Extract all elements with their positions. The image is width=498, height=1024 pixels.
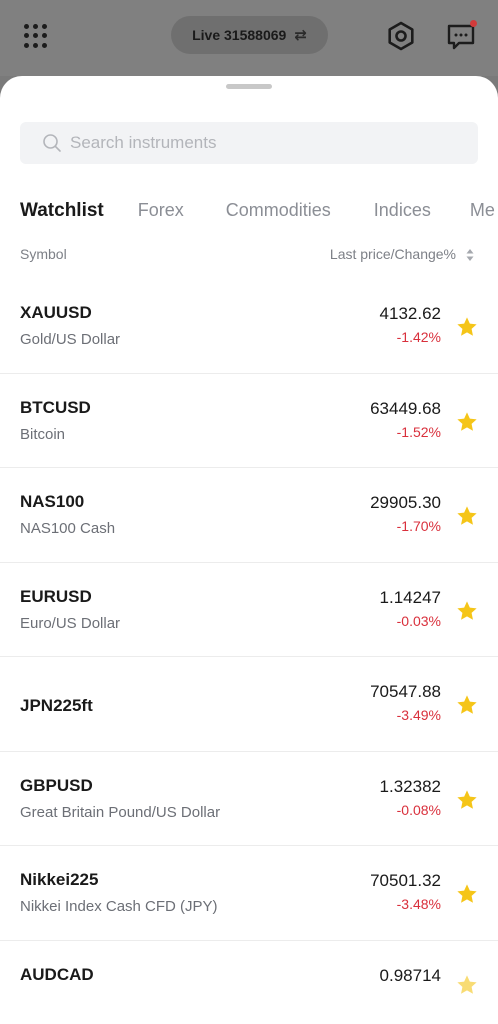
instruments-sheet: Watchlist Forex Commodities Indices Me S… (0, 76, 498, 1024)
watchlist: XAUUSD Gold/US Dollar 4132.62 -1.42% BTC… (0, 279, 498, 1024)
instrument-symbol: JPN225ft (20, 696, 93, 715)
list-item[interactable]: BTCUSD Bitcoin 63449.68 -1.52% (0, 374, 498, 468)
instrument-description: Bitcoin (20, 425, 66, 443)
star-icon[interactable] (456, 974, 478, 996)
account-switcher[interactable]: Live 31588069 ⇄ (171, 16, 328, 54)
symbol-column-header: Symbol (20, 246, 67, 262)
star-icon[interactable] (456, 789, 478, 811)
last-price: 1.14247 (379, 587, 441, 607)
list-item[interactable]: Nikkei225 Nikkei Index Cash CFD (JPY) 70… (0, 846, 498, 941)
tab-forex[interactable]: Forex (138, 200, 184, 224)
instrument-symbol: Nikkei225 (20, 870, 99, 889)
change-percent: -3.48% (396, 896, 441, 912)
list-header: Symbol Last price/Change% (20, 246, 478, 266)
star-icon[interactable] (456, 316, 478, 338)
settings-hexagon-icon[interactable] (385, 20, 417, 52)
last-price: 4132.62 (379, 304, 441, 323)
last-price: 29905.30 (370, 493, 441, 512)
sheet-drag-handle[interactable] (226, 84, 272, 89)
instrument-description: Euro/US Dollar (20, 614, 121, 632)
instrument-description: Nikkei Index Cash CFD (JPY) (20, 898, 218, 915)
change-percent: -0.08% (396, 801, 441, 818)
change-percent: -0.03% (396, 612, 441, 629)
change-percent: -3.49% (396, 707, 441, 723)
instrument-symbol: GBPUSD (20, 775, 93, 795)
apps-grid-icon[interactable] (24, 24, 48, 48)
instrument-description: Gold/US Dollar (20, 331, 121, 348)
tab-commodities[interactable]: Commodities (226, 200, 331, 224)
last-price: 63449.68 (370, 398, 441, 418)
swap-icon: ⇄ (294, 27, 307, 44)
star-icon[interactable] (456, 883, 478, 905)
account-label: Live 31588069 (192, 27, 287, 43)
last-price: 70501.32 (370, 871, 441, 890)
list-item[interactable]: NAS100 NAS100 Cash 29905.30 -1.70% (0, 468, 498, 563)
tab-more[interactable]: Me (470, 200, 495, 224)
last-price: 70547.88 (370, 682, 441, 701)
list-item[interactable]: JPN225ft 70547.88 -3.49% (0, 657, 498, 752)
list-item[interactable]: AUDCAD 0.98714 (0, 941, 498, 1024)
last-price-column-header[interactable]: Last price/Change% (330, 246, 456, 262)
change-percent: -1.42% (396, 329, 441, 345)
category-tabs: Watchlist Forex Commodities Indices Me (20, 200, 495, 224)
search-input[interactable] (70, 133, 450, 153)
list-item[interactable]: EURUSD Euro/US Dollar 1.14247 -0.03% (0, 563, 498, 657)
sort-icon[interactable] (466, 248, 474, 262)
instrument-symbol: NAS100 (20, 492, 85, 511)
tab-watchlist[interactable]: Watchlist (20, 200, 104, 224)
notification-dot (470, 20, 477, 27)
search-icon (43, 134, 61, 152)
star-icon[interactable] (456, 600, 478, 622)
instrument-symbol: EURUSD (20, 586, 92, 606)
list-item[interactable]: GBPUSD Great Britain Pound/US Dollar 1.3… (0, 752, 498, 846)
star-icon[interactable] (456, 505, 478, 527)
change-percent: -1.52% (396, 423, 441, 440)
top-bar: Live 31588069 ⇄ (0, 0, 498, 76)
last-price: 1.32382 (379, 776, 441, 796)
instrument-description: Great Britain Pound/US Dollar (20, 803, 221, 821)
tab-indices[interactable]: Indices (374, 200, 431, 224)
instrument-symbol: BTCUSD (20, 397, 91, 417)
instrument-symbol: XAUUSD (20, 303, 92, 322)
instrument-description: NAS100 Cash (20, 520, 116, 537)
last-price: 0.98714 (379, 965, 441, 985)
change-percent: -1.70% (396, 518, 441, 534)
search-bar[interactable] (20, 122, 478, 164)
star-icon[interactable] (456, 694, 478, 716)
list-item[interactable]: XAUUSD Gold/US Dollar 4132.62 -1.42% (0, 279, 498, 374)
star-icon[interactable] (456, 411, 478, 433)
instrument-symbol: AUDCAD (20, 964, 94, 984)
